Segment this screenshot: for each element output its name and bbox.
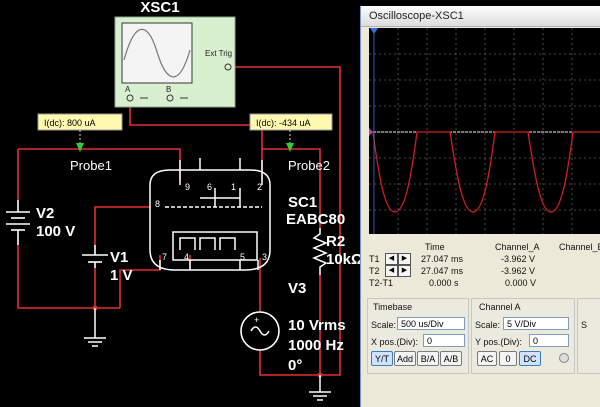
svg-text:7: 7 xyxy=(162,252,167,262)
v2-battery-icon[interactable] xyxy=(6,200,30,245)
ground-icon xyxy=(84,308,106,347)
t2-left-arrow-icon[interactable]: ◀ xyxy=(385,265,398,277)
channel-a-ypos-label: Y pos.(Div): xyxy=(475,337,522,347)
timebase-scale-label: Scale: xyxy=(371,320,397,330)
v3-ac-source-icon[interactable]: + xyxy=(240,311,280,351)
probe2-arrow-icon xyxy=(286,143,294,152)
ground-icon-2 xyxy=(309,375,331,401)
svg-text:1: 1 xyxy=(231,182,236,192)
v3-name: V3 xyxy=(288,280,306,297)
oscilloscope-screen[interactable] xyxy=(369,28,600,234)
svg-text:4: 4 xyxy=(184,252,189,262)
v3-frequency: 1000 Hz xyxy=(288,337,344,354)
tube-model: EABC80 xyxy=(286,211,345,228)
probe1-flag[interactable]: I(dc): 800 uA xyxy=(37,113,123,152)
channel-a-zero-button[interactable]: 0 xyxy=(499,351,517,366)
readout-header-channel-a: Channel_A xyxy=(495,242,540,252)
svg-text:+: + xyxy=(254,315,259,325)
ba-mode-button[interactable]: B/A xyxy=(417,351,439,366)
svg-text:2: 2 xyxy=(257,182,262,192)
channel-a-level-icon[interactable] xyxy=(369,128,373,136)
timebase-title: Timebase xyxy=(373,302,413,312)
readout-t1-channel-a: -3.962 V xyxy=(501,254,536,264)
channel-a-dc-button[interactable]: DC xyxy=(519,351,541,366)
oscilloscope-title[interactable]: Oscilloscope-XSC1 xyxy=(361,6,600,27)
probe1-reading: I(dc): 800 uA xyxy=(44,118,96,128)
svg-text:6: 6 xyxy=(207,182,212,192)
r2-name: R2 xyxy=(326,233,345,250)
readout-header-channel-b: Channel_B xyxy=(559,242,600,252)
channel-a-ac-button[interactable]: AC xyxy=(477,351,497,366)
svg-text:5: 5 xyxy=(240,252,245,262)
readout-t2t1-time: 0.000 s xyxy=(429,278,459,288)
v3-amplitude: 10 Vrms xyxy=(288,317,346,334)
xsc1-b-label: B xyxy=(166,85,171,94)
v2-name: V2 xyxy=(36,205,54,222)
svg-text:3: 3 xyxy=(262,252,267,262)
channel-a-title: Channel A xyxy=(479,302,521,312)
add-mode-button[interactable]: Add xyxy=(394,351,416,366)
svg-text:8: 8 xyxy=(155,199,160,209)
t1-right-arrow-icon[interactable]: ▶ xyxy=(398,253,411,265)
v1-name: V1 xyxy=(110,249,128,266)
t2-right-arrow-icon[interactable]: ▶ xyxy=(398,265,411,277)
readout-t2-channel-a: -3.962 V xyxy=(501,266,536,276)
probe2-reading: I(dc): -434 uA xyxy=(256,118,311,128)
readout-t2t1-label: T2-T1 xyxy=(369,278,394,288)
timebase-scale-field[interactable]: 500 us/Div xyxy=(397,317,465,330)
tube-ref: SC1 xyxy=(288,194,317,211)
xsc1-a-label: A xyxy=(125,85,131,94)
channel-a-radio-icon[interactable] xyxy=(559,353,569,363)
channel-a-trace xyxy=(372,131,600,213)
r2-value: 10kΩ xyxy=(326,251,363,268)
readout-t2-label: T2 xyxy=(369,266,380,276)
channel-b-scale-label: S xyxy=(581,320,588,330)
v1-value: 1 V xyxy=(110,267,133,284)
timebase-xpos-label: X pos.(Div): xyxy=(371,337,419,347)
probe2-name: Probe2 xyxy=(288,158,330,173)
probe1-arrow-icon xyxy=(76,143,84,152)
xsc1-label: XSC1 xyxy=(140,0,179,16)
channel-a-scale-label: Scale: xyxy=(475,320,501,330)
svg-text:9: 9 xyxy=(185,182,190,192)
readout-t1-time: 27.047 ms xyxy=(421,254,464,264)
tube-pins: 9 6 1 2 8 7 4 5 3 xyxy=(155,182,267,262)
channel-a-ypos-field[interactable]: 0 xyxy=(529,334,569,347)
readout-t2-time: 27.047 ms xyxy=(421,266,464,276)
xsc1-instrument[interactable] xyxy=(114,16,236,108)
channel-b-group xyxy=(577,298,600,374)
ab-mode-button[interactable]: A/B xyxy=(440,351,462,366)
probe1-name: Probe1 xyxy=(70,158,112,173)
oscilloscope-window[interactable]: Oscilloscope-XSC1 Time Channel_A Channel… xyxy=(360,6,600,407)
readout-t1-label: T1 xyxy=(369,254,380,264)
readout-header-time: Time xyxy=(425,242,445,252)
yt-mode-button[interactable]: Y/T xyxy=(371,351,393,366)
readout-t2t1-channel-a: 0.000 V xyxy=(505,278,537,288)
tube-eabc80-icon[interactable] xyxy=(149,158,271,271)
v1-battery-icon[interactable] xyxy=(82,245,108,268)
t1-left-arrow-icon[interactable]: ◀ xyxy=(385,253,398,265)
channel-a-scale-field[interactable]: 5 V/Div xyxy=(503,317,569,330)
cursor-readout: Time Channel_A Channel_B T1 ◀ ▶ 27.047 m… xyxy=(369,242,600,298)
r2-resistor-icon[interactable] xyxy=(312,228,328,275)
v3-phase: 0° xyxy=(288,357,302,374)
v2-value: 100 V xyxy=(36,223,75,240)
timebase-xpos-field[interactable]: 0 xyxy=(423,334,465,347)
ext-trig-label: Ext Trig xyxy=(205,49,232,58)
